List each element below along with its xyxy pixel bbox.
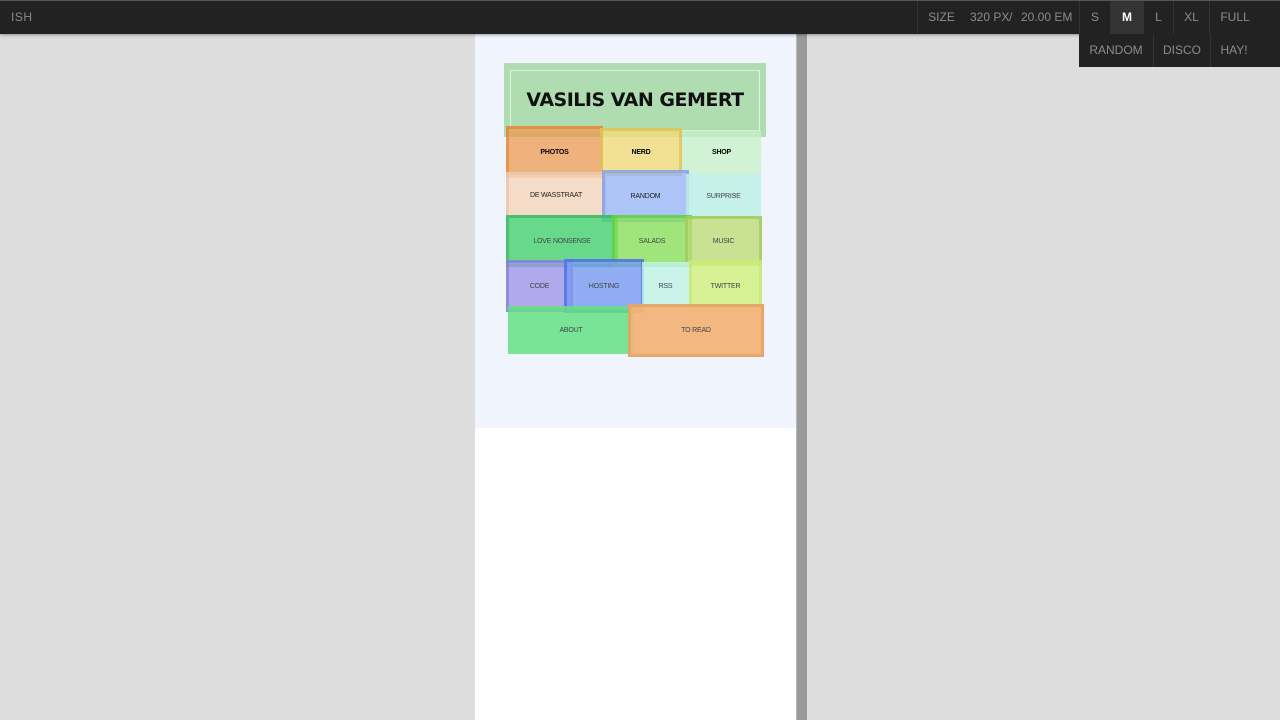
tile-label: PHOTOS	[540, 148, 569, 156]
tile-label: TO READ	[681, 327, 711, 334]
preview-viewport: VASILIS VAN GEMERT PHOTOS NERD SHOP DE W…	[475, 34, 796, 720]
nav-tile-code[interactable]: CODE	[506, 260, 573, 312]
size-label: SIZE	[917, 1, 965, 34]
nav-tile-photos[interactable]: PHOTOS	[506, 126, 603, 178]
tile-label: HOSTING	[588, 282, 620, 290]
tile-label: CODE	[529, 282, 550, 290]
tile-label: DE WASSTRAAT	[529, 191, 583, 199]
nav-tile-about[interactable]: ABOUT	[508, 306, 634, 354]
tile-label: TWITTER	[710, 282, 741, 290]
nav-tile-surprise[interactable]: SURPRISE	[686, 174, 761, 218]
nav-tile-to-read[interactable]: TO READ	[628, 304, 764, 357]
disco-mode-button[interactable]: DISCO	[1153, 34, 1210, 67]
size-l-button[interactable]: L	[1143, 1, 1173, 34]
toolbar: ISH SIZE 320 PX / 20.00 EM S M L XL FULL	[0, 0, 1280, 34]
size-s-button[interactable]: S	[1079, 1, 1110, 34]
tile-label: SALADS	[638, 237, 666, 245]
tile-label: NERD	[631, 148, 651, 156]
tile-label: SHOP	[711, 148, 732, 156]
size-m-button[interactable]: M	[1110, 1, 1143, 34]
size-xl-button[interactable]: XL	[1173, 1, 1209, 34]
tile-label: SURPRISE	[706, 192, 741, 200]
size-px-readout[interactable]: 320 PX	[970, 1, 1009, 34]
tile-label: LOVE NONSENSE	[533, 237, 591, 245]
tile-label: MUSIC	[712, 237, 735, 245]
brand-logo[interactable]: ISH	[11, 10, 33, 24]
size-full-button[interactable]: FULL	[1209, 1, 1260, 34]
site-title-text: VASILIS VAN GEMERT	[526, 89, 744, 111]
viewport-resize-handle[interactable]	[796, 34, 807, 720]
nav-tile-de-wasstraat[interactable]: DE WASSTRAAT	[506, 172, 606, 218]
nav-tile-music[interactable]: MUSIC	[685, 216, 762, 266]
nav-tile-nerd[interactable]: NERD	[600, 128, 682, 176]
tile-label: RSS	[658, 282, 673, 290]
size-separator: /	[1009, 10, 1013, 24]
mode-toolbar: RANDOM DISCO HAY!	[1079, 34, 1280, 67]
nav-tile-rss[interactable]: RSS	[642, 262, 689, 310]
hay-mode-button[interactable]: HAY!	[1210, 34, 1257, 67]
nav-tile-shop[interactable]: SHOP	[682, 130, 761, 174]
tile-label: ABOUT	[559, 326, 583, 334]
tile-label: RANDOM	[630, 192, 661, 200]
random-mode-button[interactable]: RANDOM	[1079, 34, 1153, 67]
size-em-readout[interactable]: 20.00 EM	[1021, 1, 1072, 34]
site-content: VASILIS VAN GEMERT PHOTOS NERD SHOP DE W…	[475, 34, 796, 428]
